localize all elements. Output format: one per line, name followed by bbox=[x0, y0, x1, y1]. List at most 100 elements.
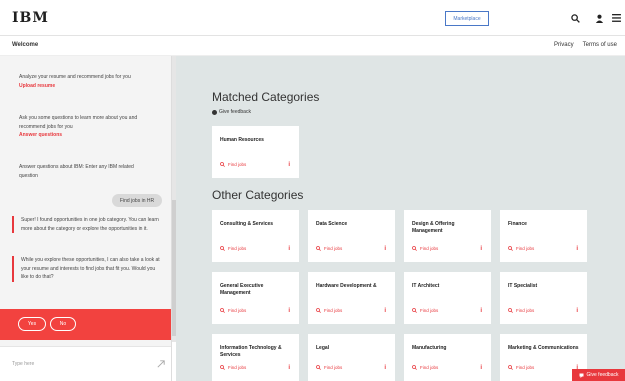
search-icon bbox=[508, 246, 513, 251]
category-card[interactable]: Design & Offering Management Find jobs i bbox=[404, 210, 491, 262]
give-feedback-tab[interactable]: Give feedback bbox=[572, 369, 625, 381]
answer-questions-link[interactable]: Answer questions bbox=[19, 131, 154, 140]
category-card[interactable]: Information Technology & Services Find jo… bbox=[212, 334, 299, 381]
info-icon[interactable]: i bbox=[480, 246, 482, 252]
search-icon bbox=[220, 246, 225, 251]
category-card[interactable]: Hardware Development & Find jobs i bbox=[308, 272, 395, 324]
search-icon bbox=[220, 308, 225, 313]
no-button[interactable]: No bbox=[50, 317, 76, 331]
category-card[interactable]: IT Specialist Find jobs i bbox=[500, 272, 587, 324]
bot-message: While you explore these opportunities, I… bbox=[12, 256, 160, 282]
info-icon[interactable]: i bbox=[384, 308, 386, 314]
find-jobs-link[interactable]: Find jobs bbox=[220, 162, 246, 167]
bot-message: Super! I found opportunities in one job … bbox=[12, 216, 160, 233]
give-feedback-label: Give feedback bbox=[219, 109, 251, 115]
category-card[interactable]: Manufacturing Find jobs i bbox=[404, 334, 491, 381]
find-jobs-label: Find jobs bbox=[228, 365, 247, 370]
category-title: Consulting & Services bbox=[220, 221, 274, 227]
search-icon bbox=[412, 308, 417, 313]
find-jobs-label: Find jobs bbox=[324, 365, 343, 370]
category-title: IT Architect bbox=[412, 283, 440, 289]
feedback-icon bbox=[579, 373, 584, 378]
category-card[interactable]: IT Architect Find jobs i bbox=[404, 272, 491, 324]
find-jobs-label: Find jobs bbox=[516, 246, 535, 251]
find-jobs-label: Find jobs bbox=[324, 246, 343, 251]
search-icon[interactable] bbox=[569, 12, 581, 24]
info-icon[interactable]: i bbox=[576, 308, 578, 314]
info-icon[interactable]: i bbox=[384, 246, 386, 252]
info-icon[interactable]: i bbox=[480, 308, 482, 314]
search-icon bbox=[508, 308, 513, 313]
user-icon[interactable] bbox=[593, 12, 605, 24]
matched-categories-heading: Matched Categories bbox=[212, 90, 320, 104]
chat-option-text: Answer questions about IBM: Enter any IB… bbox=[19, 164, 134, 179]
info-icon[interactable]: i bbox=[480, 365, 482, 371]
give-feedback-tab-label: Give feedback bbox=[586, 372, 619, 378]
privacy-link[interactable]: Privacy bbox=[554, 42, 574, 48]
category-title: Marketing & Communications bbox=[508, 345, 579, 351]
info-icon[interactable]: i bbox=[288, 246, 290, 252]
find-jobs-label: Find jobs bbox=[228, 162, 247, 167]
category-card[interactable]: Finance Find jobs i bbox=[500, 210, 587, 262]
find-jobs-label: Find jobs bbox=[420, 246, 439, 251]
find-jobs-link[interactable]: Find jobs bbox=[508, 365, 534, 370]
welcome-title: Welcome bbox=[12, 42, 39, 48]
terms-of-use-link[interactable]: Terms of use bbox=[583, 42, 617, 48]
info-icon[interactable]: i bbox=[288, 162, 290, 168]
find-jobs-link[interactable]: Find jobs bbox=[316, 308, 342, 313]
category-title: Manufacturing bbox=[412, 345, 447, 351]
chat-input[interactable]: Type here bbox=[12, 361, 34, 367]
give-feedback-link[interactable]: Give feedback bbox=[212, 109, 251, 115]
category-card[interactable]: Legal Find jobs i bbox=[308, 334, 395, 381]
chat-option-text: Analyze your resume and recommend jobs f… bbox=[19, 74, 131, 80]
find-jobs-link[interactable]: Find jobs bbox=[508, 246, 534, 251]
find-jobs-label: Find jobs bbox=[228, 246, 247, 251]
category-title: Design & Offering Management bbox=[412, 221, 455, 234]
category-title: Finance bbox=[508, 221, 527, 227]
search-icon bbox=[508, 365, 513, 370]
category-card[interactable]: Human Resources Find jobs i bbox=[212, 126, 299, 178]
find-jobs-link[interactable]: Find jobs bbox=[220, 365, 246, 370]
category-card[interactable]: Data Science Find jobs i bbox=[308, 210, 395, 262]
find-jobs-link[interactable]: Find jobs bbox=[508, 308, 534, 313]
info-icon[interactable]: i bbox=[576, 246, 578, 252]
find-jobs-link[interactable]: Find jobs bbox=[316, 246, 342, 251]
find-jobs-link[interactable]: Find jobs bbox=[412, 365, 438, 370]
user-message-bubble: Find jobs in HR bbox=[112, 194, 162, 207]
search-icon bbox=[220, 365, 225, 370]
other-categories-heading: Other Categories bbox=[212, 188, 304, 202]
info-icon[interactable]: i bbox=[288, 308, 290, 314]
marketplace-button[interactable]: Marketplace bbox=[445, 11, 489, 26]
category-card[interactable]: Consulting & Services Find jobs i bbox=[212, 210, 299, 262]
chat-option-resume: Analyze your resume and recommend jobs f… bbox=[19, 73, 154, 90]
find-jobs-link[interactable]: Find jobs bbox=[220, 308, 246, 313]
category-title: General Executive Management bbox=[220, 283, 264, 296]
ibm-logo[interactable]: IBM bbox=[12, 10, 49, 26]
find-jobs-link[interactable]: Find jobs bbox=[412, 308, 438, 313]
info-icon[interactable]: i bbox=[288, 365, 290, 371]
find-jobs-link[interactable]: Find jobs bbox=[316, 365, 342, 370]
search-icon bbox=[412, 365, 417, 370]
search-icon bbox=[316, 308, 321, 313]
find-jobs-label: Find jobs bbox=[516, 308, 535, 313]
search-icon bbox=[316, 365, 321, 370]
send-icon[interactable] bbox=[156, 359, 166, 369]
search-icon bbox=[316, 246, 321, 251]
search-icon bbox=[412, 246, 417, 251]
find-jobs-link[interactable]: Find jobs bbox=[412, 246, 438, 251]
upload-resume-link[interactable]: Upload resume bbox=[19, 82, 154, 91]
chat-input-row: Type here bbox=[0, 346, 171, 381]
category-title: Information Technology & Services bbox=[220, 345, 282, 358]
category-card[interactable]: General Executive Management Find jobs i bbox=[212, 272, 299, 324]
search-icon bbox=[220, 162, 225, 167]
yes-button[interactable]: Yes bbox=[18, 317, 46, 331]
find-jobs-label: Find jobs bbox=[516, 365, 535, 370]
chat-reply-options: Yes No bbox=[0, 309, 171, 340]
category-title: Human Resources bbox=[220, 137, 264, 143]
find-jobs-label: Find jobs bbox=[324, 308, 343, 313]
menu-icon[interactable] bbox=[610, 12, 622, 24]
info-icon[interactable]: i bbox=[384, 365, 386, 371]
find-jobs-link[interactable]: Find jobs bbox=[220, 246, 246, 251]
category-title: IT Specialist bbox=[508, 283, 538, 289]
category-title: Data Science bbox=[316, 221, 348, 227]
